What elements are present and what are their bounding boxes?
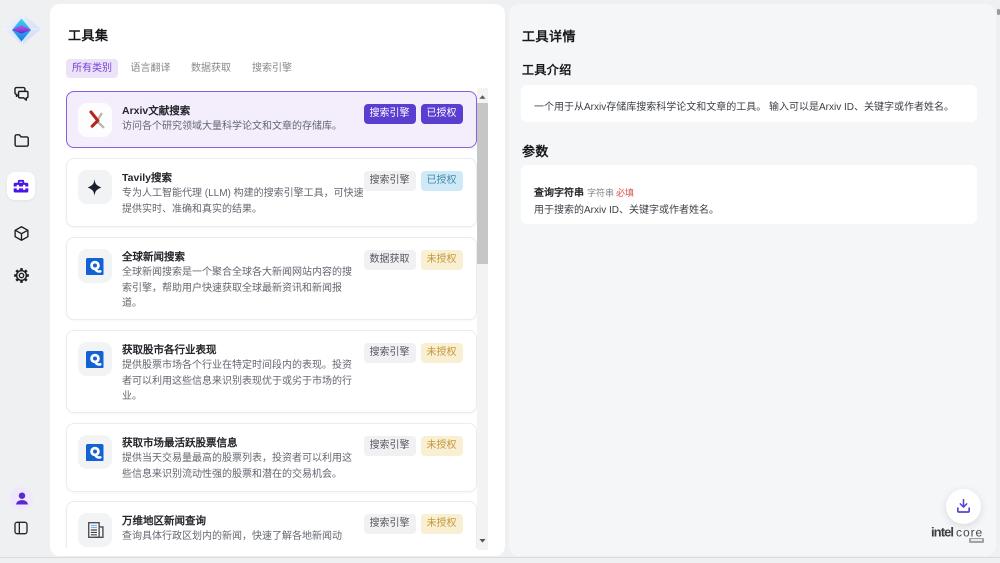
svg-text:intel: intel — [931, 525, 954, 540]
